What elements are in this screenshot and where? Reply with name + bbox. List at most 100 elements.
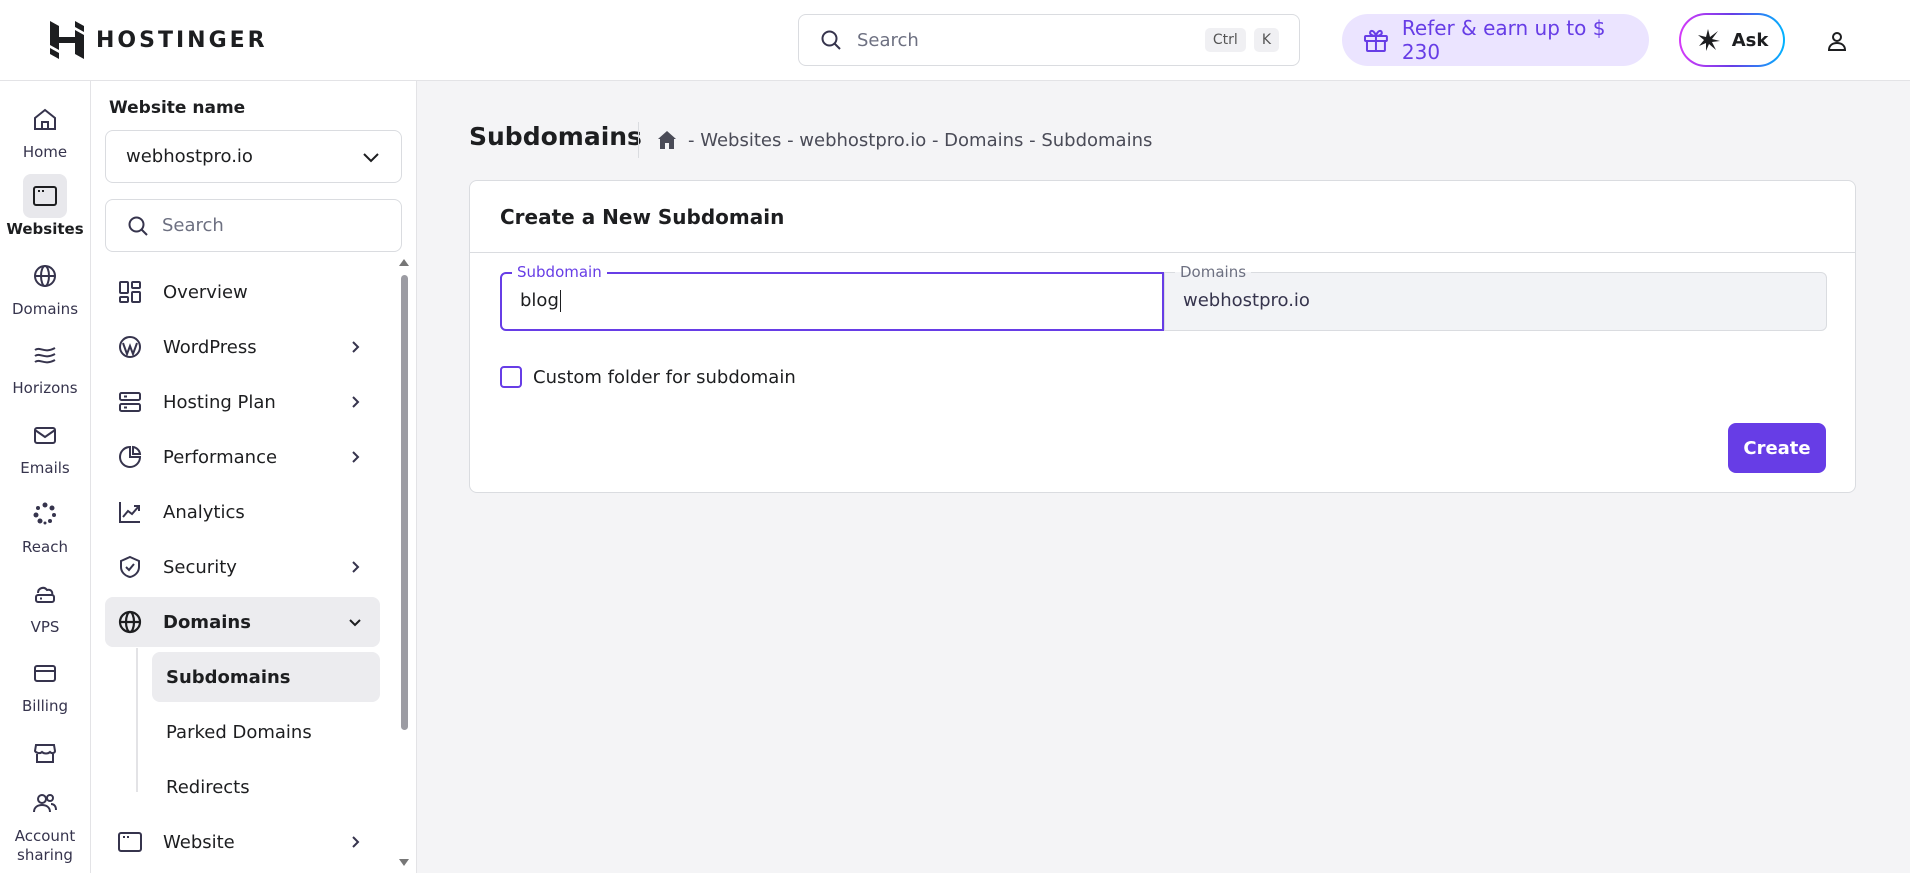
rail-item-vps[interactable]: VPS: [0, 572, 90, 637]
sidebar-subitem-subdomains[interactable]: Subdomains: [152, 652, 380, 702]
browser-icon: [118, 832, 142, 852]
rail-home-icon-wrap: [23, 97, 67, 141]
rail-vps-icon-wrap: [23, 572, 67, 616]
domains-select[interactable]: Domains webhostpro.io: [1164, 263, 1827, 331]
ai-spark-icon: [1697, 29, 1720, 51]
domains-value: webhostpro.io: [1183, 290, 1310, 311]
text-caret: [559, 290, 561, 312]
users-icon: [33, 794, 57, 813]
sidebar-search-input[interactable]: Search: [105, 199, 402, 252]
sidebar-item-performance[interactable]: Performance: [105, 432, 380, 482]
top-bar: HOSTINGER Search Ctrl K Refer & earn up …: [0, 0, 1910, 81]
nav-icon-wrap: [117, 444, 143, 470]
home-icon[interactable]: [656, 129, 678, 151]
rail-label: Account sharing: [14, 827, 76, 864]
rail-websites-icon-wrap: [23, 174, 67, 218]
subdomain-value-wrap: blog: [520, 290, 561, 312]
website-select-value: webhostpro.io: [126, 146, 253, 167]
account-menu-button[interactable]: [1822, 26, 1852, 56]
sidebar-item-label: Domains: [163, 611, 251, 633]
rail-domains-icon-wrap: [23, 254, 67, 298]
sidebar-item-overview[interactable]: Overview: [105, 267, 380, 317]
rail-label: Home: [22, 143, 68, 161]
mail-icon: [34, 427, 56, 444]
scroll-down-arrow[interactable]: [399, 859, 409, 866]
nav-icon-wrap: [117, 829, 143, 855]
rail-item-horizons[interactable]: Horizons: [0, 333, 90, 398]
globe-icon: [118, 610, 142, 634]
rail-item-store[interactable]: [0, 731, 90, 775]
page-title: Subdomains: [469, 122, 642, 151]
create-button[interactable]: Create: [1728, 423, 1826, 473]
pie-chart-icon: [119, 445, 142, 468]
nav-icon-wrap: [117, 334, 143, 360]
rail-item-websites[interactable]: Websites: [0, 174, 90, 239]
rail-item-emails[interactable]: Emails: [0, 413, 90, 478]
rail-item-reach[interactable]: Reach: [0, 492, 90, 557]
chevron-right-icon: [352, 561, 360, 573]
search-placeholder: Search: [857, 29, 919, 51]
sidebar-item-hosting-plan[interactable]: Hosting Plan: [105, 377, 380, 427]
domains-label: Domains: [1175, 263, 1252, 281]
gift-icon: [1363, 29, 1388, 52]
search-icon: [821, 30, 841, 50]
custom-folder-row[interactable]: Custom folder for subdomain: [500, 366, 796, 388]
sidebar-item-analytics[interactable]: Analytics: [105, 487, 380, 537]
server-icon: [119, 392, 141, 412]
brand-name: HOSTINGER: [96, 27, 268, 53]
card-divider: [470, 252, 1855, 253]
sidebar-subitem-parked-domains[interactable]: Parked Domains: [152, 707, 380, 757]
global-search-input[interactable]: Search Ctrl K: [798, 14, 1300, 66]
chevron-right-icon: [352, 396, 360, 408]
hostinger-logo-icon: [50, 21, 84, 59]
shield-icon: [120, 555, 140, 579]
custom-folder-checkbox[interactable]: [500, 366, 522, 388]
reach-icon: [33, 502, 56, 525]
sidebar-search-placeholder: Search: [162, 215, 224, 236]
ask-ai-button[interactable]: Ask: [1679, 13, 1785, 67]
shortcut-ctrl-key: Ctrl: [1204, 28, 1246, 52]
search-icon: [128, 216, 148, 236]
sidebar-item-domains[interactable]: Domains: [105, 597, 380, 647]
credit-card-icon: [34, 665, 56, 682]
nav-icon-wrap: [117, 389, 143, 415]
refer-and-earn-button[interactable]: Refer & earn up to $ 230: [1342, 14, 1649, 66]
subdomain-input[interactable]: Subdomain blog: [500, 263, 1164, 331]
website-sidebar: Website name webhostpro.io Search Overvi…: [91, 81, 417, 873]
refer-label: Refer & earn up to $ 230: [1401, 16, 1606, 64]
hostinger-logo[interactable]: HOSTINGER: [50, 20, 268, 60]
rail-item-home[interactable]: Home: [0, 97, 90, 162]
user-icon: [1827, 32, 1847, 51]
card-title: Create a New Subdomain: [500, 205, 785, 229]
sidebar-item-website[interactable]: Website: [105, 817, 380, 867]
sidebar-scroll-thumb[interactable]: [401, 275, 408, 730]
website-select[interactable]: webhostpro.io: [105, 130, 402, 183]
rail-item-domains[interactable]: Domains: [0, 254, 90, 319]
rail-store-icon-wrap: [23, 731, 67, 775]
overview-icon: [119, 281, 141, 303]
rail-item-billing[interactable]: Billing: [0, 651, 90, 716]
main-nav-rail: Home Websites Domains Horizons Emails Re…: [0, 81, 91, 873]
browser-icon: [33, 186, 57, 206]
sidebar-item-label: Website: [163, 831, 235, 853]
custom-folder-label[interactable]: Custom folder for subdomain: [533, 367, 796, 388]
nav-icon-wrap: [117, 499, 143, 525]
shortcut-k-key: K: [1253, 28, 1279, 52]
rail-label: Domains: [11, 300, 79, 318]
scroll-up-arrow[interactable]: [399, 259, 409, 266]
globe-icon: [34, 265, 56, 287]
sidebar-item-label: WordPress: [163, 336, 257, 358]
chevron-right-icon: [352, 451, 360, 463]
sidebar-item-label: Hosting Plan: [163, 391, 276, 413]
submenu-guide-line: [136, 648, 138, 792]
sidebar-item-security[interactable]: Security: [105, 542, 380, 592]
rail-label: Reach: [22, 538, 68, 556]
rail-label: VPS: [30, 618, 60, 636]
sidebar-item-wordpress[interactable]: WordPress: [105, 322, 380, 372]
rail-reach-icon-wrap: [23, 492, 67, 536]
ask-label: Ask: [1731, 29, 1769, 51]
sidebar-subitem-redirects[interactable]: Redirects: [152, 762, 380, 812]
rail-item-account-sharing[interactable]: Account sharing: [0, 781, 90, 865]
rail-label: Billing: [22, 697, 68, 715]
breadcrumb-trail[interactable]: - Websites - webhostpro.io - Domains - S…: [688, 130, 1152, 151]
